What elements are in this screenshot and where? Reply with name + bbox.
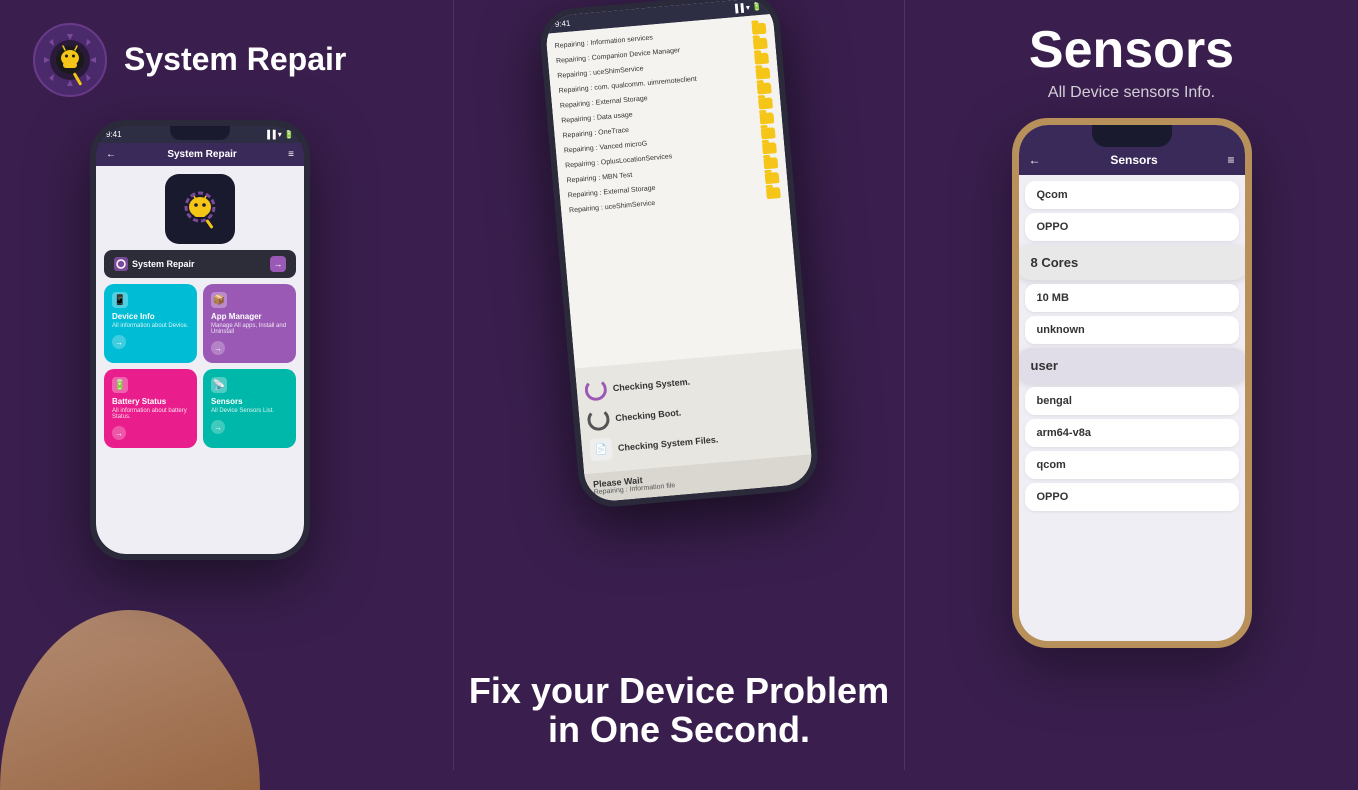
folder-icon-2 [753,38,768,50]
app-header-left: ← System Repair ≡ [96,143,304,166]
sensor-arm64: arm64-v8a [1025,419,1239,447]
sensors-card-desc: All Device Sensors List. [211,408,288,414]
system-repair-button[interactable]: System Repair → [104,250,296,278]
back-arrow-left: ← [106,149,116,160]
device-info-card[interactable]: 📱 Device Info All information about Devi… [104,284,197,363]
sensor-oppo2: OPPO [1025,483,1239,511]
battery-status-card[interactable]: 🔋 Battery Status All information about b… [104,369,197,448]
folder-icon-8 [761,127,776,139]
menu-icon-right: ≡ [1227,153,1234,167]
sensors-card-title: Sensors [211,397,288,406]
time-left: 9:41 [106,130,122,139]
device-info-title: Device Info [112,312,189,321]
time-middle: 9:41 [554,19,570,29]
checking-section: Checking System. Checking Boot. 📄 Checki… [575,349,811,474]
battery-status-desc: All information about battery Status. [112,408,189,420]
folder-icon [752,23,767,35]
sensor-10mb: 10 MB [1025,284,1239,312]
sensors-card[interactable]: 📡 Sensors All Device Sensors List. → [203,369,296,448]
checking-system-text: Checking System. [612,377,690,394]
phone-notch-right [1092,125,1172,147]
sensor-user: user [1019,348,1245,383]
sensor-bengal: bengal [1025,387,1239,415]
phone-mockup-middle: 9:41 ▐▐ ▾ 🔋 Repairing : Information serv… [538,0,821,510]
phone-screen-middle: 9:41 ▐▐ ▾ 🔋 Repairing : Information serv… [544,0,814,503]
left-panel: System Repair 9:41 ▐▐ ▾ 🔋 ← System Repai… [0,0,453,770]
app-manager-arrow[interactable]: → [211,341,225,355]
folder-icon-10 [763,157,778,169]
feature-cards-grid: 📱 Device Info All information about Devi… [104,284,296,448]
phone-mockup-right: ← Sensors ≡ Qcom OPPO 8 Cores 10 MB unkn… [1012,118,1252,648]
sensors-card-arrow[interactable]: → [211,420,225,434]
signal-icons-left: ▐▐ ▾ 🔋 [264,130,294,139]
phone-mockup-left: 9:41 ▐▐ ▾ 🔋 ← System Repair ≡ [90,120,310,560]
logo-area: System Repair [30,20,346,100]
phone-screen-right: ← Sensors ≡ Qcom OPPO 8 Cores 10 MB unkn… [1019,125,1245,641]
middle-panel: 9:41 ▐▐ ▾ 🔋 Repairing : Information serv… [453,0,905,770]
fix-device-text: Fix your Device Problemin One Second. [469,671,889,750]
sensors-page-subtitle: All Device sensors Info. [1048,84,1215,102]
signal-middle: ▐▐ ▾ 🔋 [732,2,762,14]
phone-screen-left: 9:41 ▐▐ ▾ 🔋 ← System Repair ≡ [96,126,304,554]
app-icon-large [165,174,235,244]
battery-status-arrow[interactable]: → [112,426,126,440]
sensor-qcom2: qcom [1025,451,1239,479]
spinner-system [584,378,608,402]
folder-icon-6 [758,97,773,109]
sensor-8cores: 8 Cores [1019,245,1245,280]
phone-content-left: System Repair → 📱 Device Info All inform… [96,166,304,554]
sensors-header-title: Sensors [1041,153,1228,167]
app-icon-svg [175,184,225,234]
repair-list: Repairing : Information services Repairi… [546,14,802,369]
files-icon: 📄 [589,438,613,462]
device-info-desc: All information about Device. [112,323,189,329]
repair-btn-icon [116,259,126,269]
app-logo-icon [30,20,110,100]
header-title-left: System Repair [116,149,288,160]
app-manager-card[interactable]: 📦 App Manager Manage All apps, Install a… [203,284,296,363]
folder-icon-11 [765,172,780,184]
spinner-boot [587,408,611,432]
folder-icon-4 [755,67,770,79]
app-manager-desc: Manage All apps, Install and Uninstall [211,323,288,335]
phone-notch-left [170,126,230,140]
checking-files-text: Checking System Files. [618,434,719,453]
system-repair-arrow[interactable]: → [270,256,286,272]
sensor-unknown: unknown [1025,316,1239,344]
folder-icon-5 [757,82,772,94]
system-repair-btn-text: System Repair [132,259,195,269]
battery-status-title: Battery Status [112,397,189,406]
sensors-list: Qcom OPPO 8 Cores 10 MB unknown user ben… [1019,175,1245,641]
folder-icon-12 [766,187,781,199]
back-arrow-right: ← [1029,153,1041,167]
folder-icon-3 [754,52,769,64]
menu-icon-left: ≡ [288,149,294,160]
device-info-arrow[interactable]: → [112,335,126,349]
sensor-qcom: Qcom [1025,181,1239,209]
sensors-page-title: Sensors [1029,20,1234,80]
folder-icon-9 [762,142,777,154]
app-title: System Repair [124,42,346,77]
sensor-oppo1: OPPO [1025,213,1239,241]
folder-icon-7 [759,112,774,124]
checking-boot-text: Checking Boot. [615,407,682,423]
right-panel: Sensors All Device sensors Info. ← Senso… [905,0,1358,770]
app-manager-title: App Manager [211,312,288,321]
